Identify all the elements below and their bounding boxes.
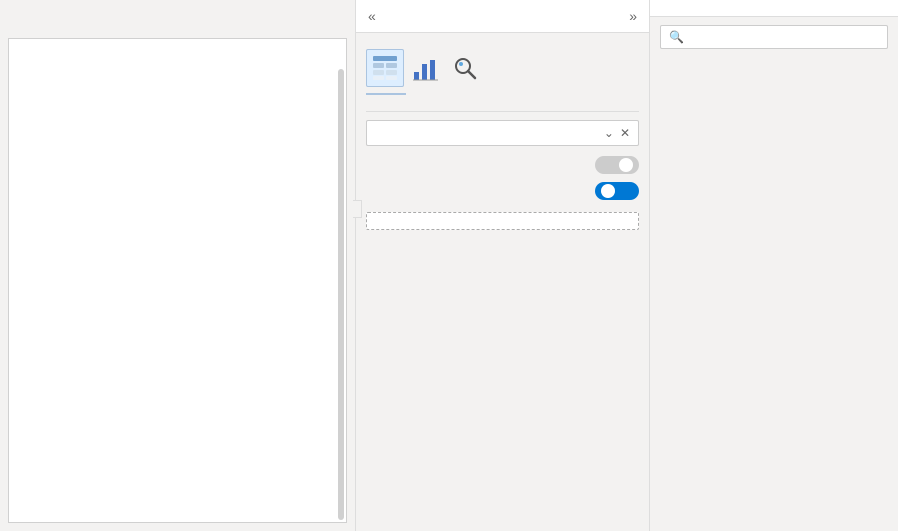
drill-through-section xyxy=(366,156,639,230)
cross-report-row xyxy=(366,156,639,174)
keep-filters-toggle[interactable] xyxy=(595,182,639,200)
viz-type-selector xyxy=(366,49,639,87)
viz-collapse-button[interactable]: « xyxy=(368,8,376,24)
keep-filters-row xyxy=(366,182,639,200)
toggle-dot xyxy=(619,158,633,172)
columns-field[interactable]: ⌄ ✕ xyxy=(366,120,639,146)
visual-container xyxy=(8,38,347,523)
viz-panel-header: « » xyxy=(356,0,649,33)
data-tree xyxy=(650,57,898,531)
viz-type-search[interactable] xyxy=(446,49,484,87)
columns-section: ⌄ ✕ xyxy=(366,120,639,146)
columns-remove-icon[interactable]: ✕ xyxy=(620,126,630,140)
cross-report-toggle[interactable] xyxy=(595,156,639,174)
search-icon: 🔍 xyxy=(669,30,684,44)
viz-type-bar[interactable] xyxy=(406,49,444,87)
viz-type-table[interactable] xyxy=(366,49,404,87)
search-input[interactable] xyxy=(690,30,879,44)
viz-expand-button[interactable]: » xyxy=(629,8,637,24)
left-panel: ≡ 📌 ☰ ⛶ ··· xyxy=(0,0,355,531)
category-column-header xyxy=(9,45,346,53)
viz-panel: « » xyxy=(355,0,650,531)
data-panel-header xyxy=(650,0,898,17)
viz-content: ⌄ ✕ xyxy=(356,33,649,531)
columns-field-actions: ⌄ ✕ xyxy=(604,126,630,140)
section-divider-1 xyxy=(366,111,639,112)
data-panel: 🔍 xyxy=(650,0,898,531)
scrollbar[interactable] xyxy=(338,69,344,520)
category-list xyxy=(9,39,346,59)
columns-dropdown-icon[interactable]: ⌄ xyxy=(604,126,614,140)
toggle-dot-on xyxy=(601,184,615,198)
filters-tab[interactable] xyxy=(353,200,362,218)
search-box: 🔍 xyxy=(660,25,888,49)
add-drillthrough-button[interactable] xyxy=(366,212,639,230)
